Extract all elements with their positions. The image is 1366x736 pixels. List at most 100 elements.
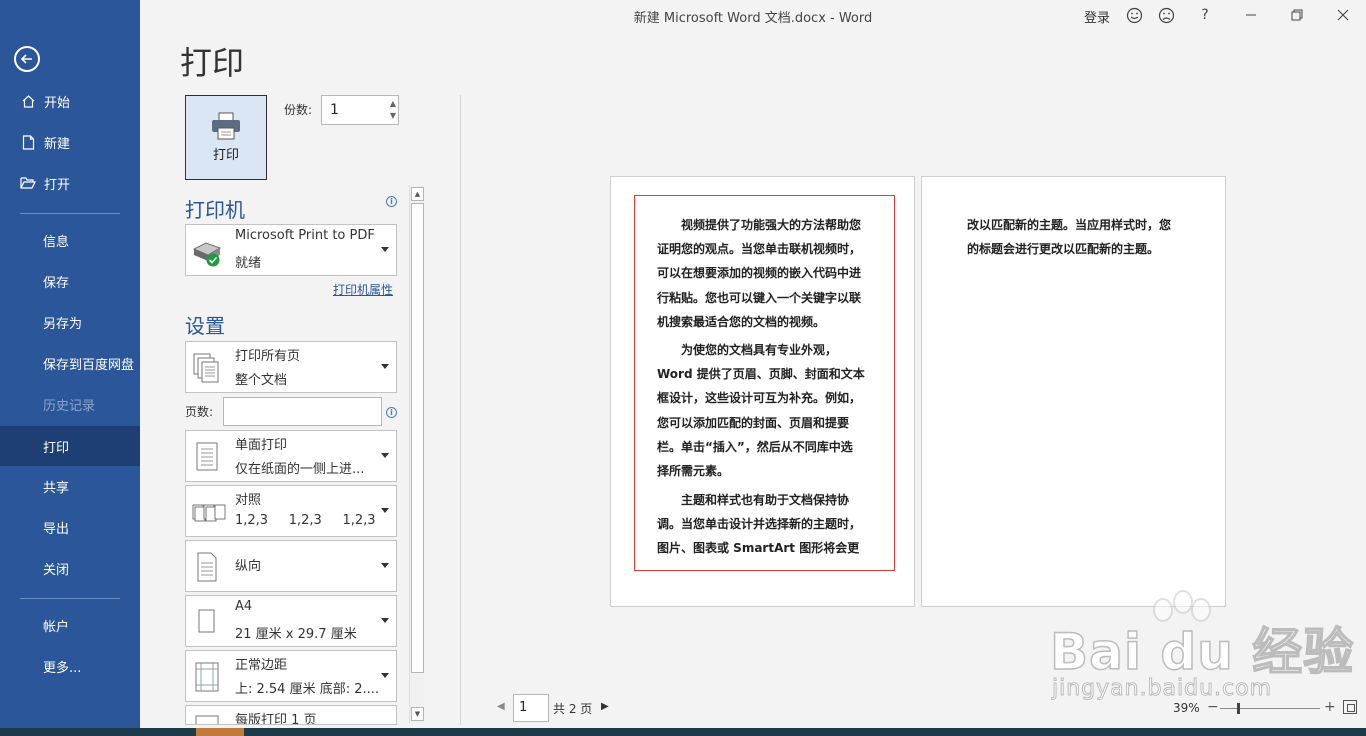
- chevron-down-icon: [381, 508, 389, 513]
- text-line: 择所需元素。: [657, 464, 730, 479]
- print-button[interactable]: 打印: [185, 95, 267, 180]
- sidebar-item-label: 新建: [44, 136, 71, 152]
- margins-dropdown[interactable]: 正常边距 上: 2.54 厘米 底部: 2....: [185, 650, 397, 702]
- zoom-level[interactable]: 39%: [1173, 701, 1200, 715]
- paper-size-dropdown[interactable]: A4 21 厘米 x 29.7 厘米: [185, 595, 397, 647]
- paper-size-icon: [198, 609, 215, 633]
- option-title: 对照: [235, 493, 262, 508]
- spinner-arrows-icon[interactable]: ▲ ▼: [390, 98, 396, 122]
- smile-feedback-icon[interactable]: [1124, 5, 1144, 25]
- printer-dropdown[interactable]: Microsoft Print to PDF 就绪: [185, 224, 397, 276]
- next-page-icon[interactable]: ▶: [601, 701, 609, 712]
- sidebar-item-close[interactable]: 关闭: [0, 548, 140, 588]
- panel-divider: [460, 95, 461, 725]
- copies-label: 份数:: [284, 103, 313, 117]
- sidebar-item-label: 关闭: [43, 562, 70, 578]
- previous-page-icon[interactable]: ◀: [497, 701, 505, 712]
- zoom-in-icon[interactable]: +: [1324, 699, 1336, 715]
- preview-page: 视频提供了功能强大的方法帮助您 证明您的观点。当您单击联机视频时， 可以在想要添…: [610, 176, 915, 607]
- option-detail: 21 厘米 x 29.7 厘米: [235, 627, 357, 642]
- sidebar-item-history: 历史记录: [0, 384, 140, 424]
- restore-icon[interactable]: [1287, 5, 1307, 25]
- settings-heading: 设置: [185, 314, 225, 338]
- zoom-slider[interactable]: [1220, 708, 1320, 709]
- watermark-url: jingyan.baidu.com: [1051, 676, 1273, 702]
- chevron-down-icon: [381, 618, 389, 623]
- printer-properties-link[interactable]: 打印机属性: [333, 281, 393, 298]
- option-title: 打印所有页: [235, 349, 301, 364]
- paragraph: 主题和样式也有助于文档保持协 调。当您单击设计并选择新的主题时， 图片、图表或 …: [657, 488, 861, 561]
- back-arrow-icon[interactable]: [14, 46, 40, 72]
- sidebar-item-label: 历史记录: [43, 398, 96, 414]
- zoom-out-icon[interactable]: −: [1207, 699, 1219, 715]
- taskbar-app-icon[interactable]: [196, 728, 244, 736]
- sidebar-item-open[interactable]: 打开: [0, 163, 140, 203]
- zoom-slider-thumb[interactable]: [1237, 703, 1240, 714]
- sidebar-item-save-as[interactable]: 另存为: [0, 302, 140, 342]
- sidebar-item-account[interactable]: 帐户: [0, 605, 140, 645]
- page-number-input[interactable]: 1: [513, 694, 549, 722]
- print-range-dropdown[interactable]: 打印所有页 整个文档: [185, 341, 397, 393]
- sidebar-item-print[interactable]: 打印: [0, 426, 140, 466]
- printer-ready-icon: [193, 242, 221, 267]
- chevron-down-icon: [381, 453, 389, 458]
- sidebar-divider: [20, 598, 120, 599]
- chevron-down-icon: [381, 673, 389, 678]
- pages-label: 页数:: [185, 405, 214, 419]
- page-title: 打印: [180, 44, 245, 82]
- text-line: 框设计，这些设计可互为补充。例如，: [657, 391, 862, 406]
- open-folder-icon: [20, 175, 36, 191]
- text-line: 证明您的观点。当您单击联机视频时，: [657, 242, 862, 257]
- sidebar-item-export[interactable]: 导出: [0, 507, 140, 547]
- sidebar-item-save[interactable]: 保存: [0, 261, 140, 301]
- new-document-icon: [20, 134, 36, 150]
- sidebar-item-label: 另存为: [43, 316, 83, 332]
- portrait-icon: [197, 552, 217, 582]
- orientation-dropdown[interactable]: 纵向: [185, 540, 397, 592]
- text-line: 机搜索最适合您的文档的视频。: [657, 314, 826, 329]
- sidebar-item-home[interactable]: 开始: [0, 81, 140, 121]
- frown-feedback-icon[interactable]: [1156, 5, 1176, 25]
- login-link[interactable]: 登录: [1084, 7, 1110, 26]
- pages-per-sheet-dropdown[interactable]: 每版打印 1 页: [185, 705, 397, 725]
- minimize-icon[interactable]: [1241, 5, 1261, 25]
- help-icon[interactable]: ?: [1195, 5, 1215, 25]
- pages-per-sheet-icon: [195, 715, 219, 724]
- sides-dropdown[interactable]: 单面打印 仅在纸面的一侧上进...: [185, 430, 397, 482]
- one-sided-icon: [196, 442, 218, 471]
- info-icon[interactable]: i: [386, 407, 397, 418]
- zoom-to-page-icon[interactable]: [1343, 700, 1357, 714]
- copies-spinner[interactable]: 1 ▲ ▼: [321, 95, 399, 125]
- sidebar-item-more[interactable]: 更多...: [0, 646, 140, 686]
- title-bar: 新建 Microsoft Word 文档.docx - Word: [140, 0, 1366, 30]
- scroll-up-icon[interactable]: ▲: [411, 187, 424, 201]
- text-line: 您可以添加匹配的封面、页眉和提要: [657, 415, 850, 430]
- sidebar-item-share[interactable]: 共享: [0, 466, 140, 506]
- pages-input[interactable]: [223, 397, 382, 426]
- page-total: 共 2 页: [553, 702, 593, 716]
- option-detail: 整个文档: [235, 373, 288, 388]
- sidebar-item-label: 导出: [43, 521, 70, 537]
- window-title: 新建 Microsoft Word 文档.docx - Word: [633, 11, 873, 26]
- scroll-down-icon[interactable]: ▼: [411, 707, 424, 721]
- paragraph: 改以匹配新的主题。当应用样式时，您 的标题会进行更改以匹配新的主题。: [967, 213, 1171, 261]
- pages-icon: [193, 353, 219, 383]
- copies-value: 1: [330, 102, 339, 118]
- sidebar-item-info[interactable]: 信息: [0, 220, 140, 260]
- option-title: 每版打印 1 页: [235, 713, 317, 725]
- option-title: 单面打印: [235, 438, 288, 453]
- info-icon[interactable]: i: [386, 196, 397, 207]
- sidebar-item-save-to-baidu[interactable]: 保存到百度网盘: [0, 343, 140, 383]
- collate-dropdown[interactable]: 对照 1,2,3 1,2,3 1,2,3: [185, 485, 397, 537]
- sidebar-item-label: 开始: [44, 95, 71, 111]
- option-detail: 仅在纸面的一侧上进...: [235, 462, 365, 477]
- settings-scrollbar[interactable]: ▲ ▼: [409, 185, 424, 723]
- text-line: 为使您的文档具有专业外观，: [657, 343, 838, 357]
- sidebar-item-new[interactable]: 新建: [0, 122, 140, 162]
- close-icon[interactable]: [1333, 5, 1353, 25]
- text-line: 行粘贴。您也可以键入一个关键字以联: [657, 290, 862, 305]
- scroll-thumb[interactable]: [411, 203, 424, 673]
- sidebar-item-label: 更多...: [43, 660, 82, 676]
- printer-heading: 打印机: [185, 198, 245, 222]
- printer-name: Microsoft Print to PDF: [235, 228, 375, 243]
